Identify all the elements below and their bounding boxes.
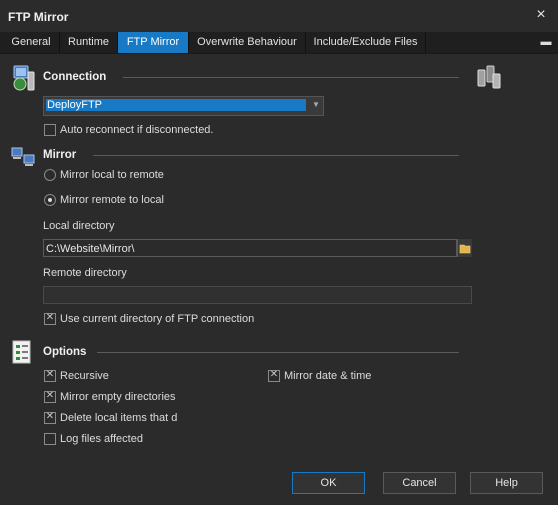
auto-reconnect-label: Auto reconnect if disconnected. [60, 124, 214, 136]
close-icon[interactable]: × [531, 5, 551, 25]
tabs-menu-icon[interactable]: ▬ [538, 32, 554, 53]
options-separator [97, 352, 459, 353]
connection-title: Connection [43, 71, 107, 83]
mirror-separator [93, 155, 459, 156]
mirror-empty-directories-checkbox[interactable] [44, 390, 56, 403]
auto-reconnect-checkbox[interactable] [44, 124, 56, 136]
mirror-date-time-checkbox[interactable] [268, 369, 280, 382]
recursive-checkbox[interactable] [44, 369, 56, 382]
mirror-title: Mirror [43, 149, 77, 161]
connection-selected-value: DeployFTP [46, 99, 306, 111]
local-directory-input[interactable]: C:\Website\Mirror\ [43, 239, 457, 257]
mirror-local-to-remote-label: Mirror local to remote [60, 169, 164, 181]
browse-folder-button[interactable] [457, 239, 472, 257]
mirror-remote-to-local-label: Mirror remote to local [60, 194, 164, 206]
delete-local-items-checkbox[interactable] [44, 411, 56, 424]
mirror-icon [11, 147, 35, 166]
options-icon [12, 340, 31, 364]
mirror-local-to-remote-radio[interactable] [44, 169, 56, 181]
mirror-empty-directories-label: Mirror empty directories [60, 391, 176, 403]
tab-overwrite-behaviour[interactable]: Overwrite Behaviour [189, 32, 306, 53]
tab-general[interactable]: General [3, 32, 60, 53]
folder-icon [459, 244, 471, 254]
chevron-down-icon[interactable]: ▼ [311, 100, 321, 110]
log-files-affected-checkbox[interactable] [44, 433, 56, 445]
servers-icon [477, 65, 501, 89]
title-bar: FTP Mirror × [0, 0, 558, 32]
mirror-date-time-label: Mirror date & time [284, 370, 372, 382]
delete-local-items-label: Delete local items that do not exist rem… [60, 412, 177, 424]
cancel-button[interactable]: Cancel [383, 472, 456, 494]
connection-separator [123, 77, 459, 78]
use-current-directory-checkbox[interactable] [44, 312, 56, 325]
window-title: FTP Mirror [8, 10, 69, 24]
tab-ftp-mirror[interactable]: FTP Mirror [118, 32, 189, 53]
remote-directory-label: Remote directory [43, 267, 127, 279]
use-current-directory-label: Use current directory of FTP connection [60, 313, 255, 325]
local-directory-label: Local directory [43, 220, 115, 232]
remote-directory-input[interactable] [43, 286, 472, 304]
ok-button[interactable]: OK [292, 472, 365, 494]
tab-bar: General Runtime FTP Mirror Overwrite Beh… [0, 32, 558, 54]
options-title: Options [43, 346, 87, 358]
connection-icon [13, 65, 35, 91]
log-files-affected-label: Log files affected [60, 433, 143, 445]
tab-include-exclude-files[interactable]: Include/Exclude Files [306, 32, 426, 53]
tab-runtime[interactable]: Runtime [60, 32, 118, 53]
connection-select[interactable]: DeployFTP ▼ [43, 96, 324, 116]
recursive-label: Recursive [60, 370, 109, 382]
help-button[interactable]: Help [470, 472, 543, 494]
mirror-remote-to-local-radio[interactable] [44, 194, 56, 206]
